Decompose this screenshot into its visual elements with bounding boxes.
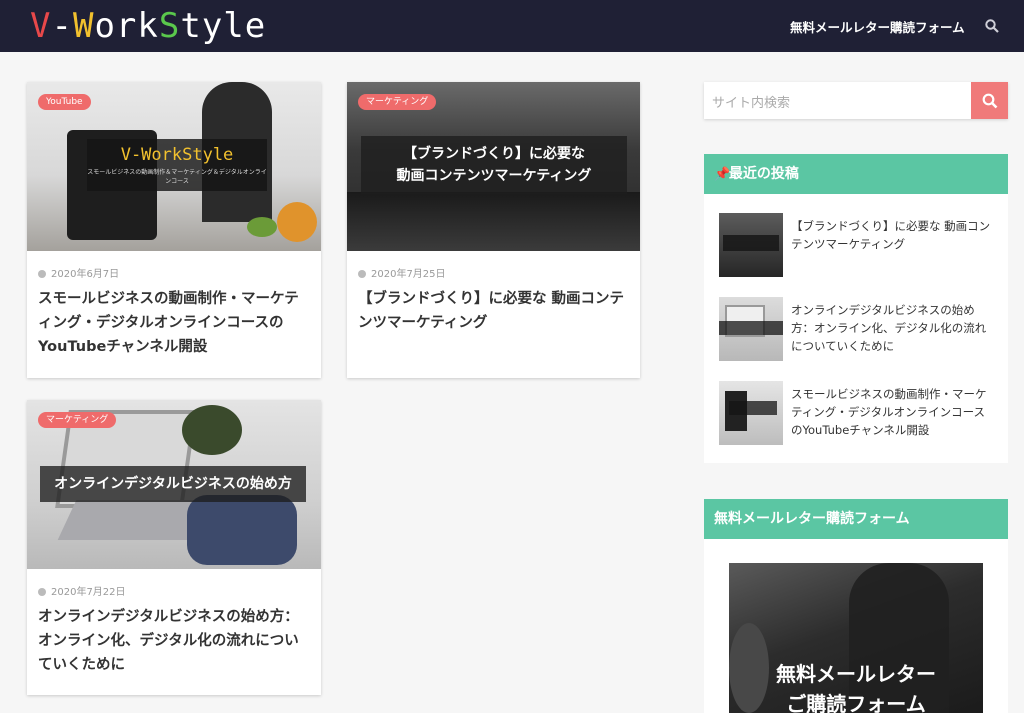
newsletter-image-text: 無料メールレター ご購読フォーム <box>729 659 983 713</box>
newsletter-text-line-1: 無料メールレター <box>776 662 936 686</box>
category-badge[interactable]: マーケティング <box>38 412 117 428</box>
sidebar-search: サイト内検索 <box>704 82 1008 119</box>
recent-post-item[interactable]: スモールビジネスの動画制作・マーケティング・デジタルオンラインコースのYouTu… <box>719 381 995 445</box>
recent-post-thumbnail[interactable] <box>719 381 783 445</box>
thumb-crowd <box>347 192 640 251</box>
logo-dash: - <box>51 6 73 46</box>
newsletter-text-line-2: ご購読フォーム <box>786 692 926 713</box>
post-date: 2020年7月22日 <box>38 583 126 598</box>
recent-post-title[interactable]: 【ブランドづくり】に必要な 動画コンテンツマーケティング <box>791 217 996 253</box>
newsletter-image[interactable]: 無料メールレター ご購読フォーム <box>729 563 983 713</box>
post-title[interactable]: オンラインデジタルビジネスの始め方：オンライン化、デジタル化の流れについていくた… <box>38 605 311 677</box>
clock-icon <box>358 270 366 278</box>
recent-posts-heading: 📌 最近の投稿 <box>704 154 1008 194</box>
logo-ork: ork <box>94 6 159 46</box>
recent-post-item[interactable]: オンラインデジタルビジネスの始め方：オンライン化、デジタル化の流れについていくた… <box>719 297 995 361</box>
post-date-text: 2020年6月7日 <box>51 269 120 280</box>
category-badge[interactable]: マーケティング <box>358 94 437 110</box>
post-title[interactable]: 【ブランドづくり】に必要な 動画コンテンツマーケティング <box>358 287 630 335</box>
post-thumbnail[interactable]: V-WorkStyle スモールビジネスの動画制作＆マーケティング＆デジタルオン… <box>27 82 321 251</box>
logo-tyle: tyle <box>180 6 267 46</box>
thumb-title-overlay: 【ブランドづくり】に必要な 動画コンテンツマーケティング <box>361 136 627 194</box>
post-thumbnail[interactable]: 【ブランドづくり】に必要な 動画コンテンツマーケティング マーケティング <box>347 82 640 251</box>
thumb-mini-overlay <box>729 401 777 415</box>
recent-posts-list: 【ブランドづくり】に必要な 動画コンテンツマーケティング オンラインデジタルビジ… <box>704 194 1008 463</box>
logo-v: V <box>30 6 52 46</box>
overlay-line-2: 動画コンテンツマーケティング <box>396 168 592 184</box>
thumb-hands <box>187 495 297 565</box>
thumb-logo-text: V-WorkStyle <box>120 145 234 165</box>
site-logo[interactable]: V-WorkStyle <box>30 6 266 46</box>
search-icon <box>982 93 998 109</box>
logo-w: W <box>72 6 95 46</box>
post-card[interactable]: オンラインデジタルビジネスの始め方 マーケティング 2020年7月22日 オンラ… <box>27 400 321 695</box>
thumb-title-overlay: オンラインデジタルビジネスの始め方 <box>40 466 306 502</box>
post-date-text: 2020年7月25日 <box>371 269 446 280</box>
thumb-fruit <box>277 202 317 242</box>
logo-s: S <box>158 6 181 46</box>
category-badge[interactable]: YouTube <box>38 94 91 110</box>
thumb-mini-overlay <box>723 235 779 251</box>
search-button[interactable] <box>971 82 1008 119</box>
thumb-mini-overlay <box>719 321 783 335</box>
recent-post-thumbnail[interactable] <box>719 213 783 277</box>
post-date-text: 2020年7月22日 <box>51 587 126 598</box>
post-thumbnail[interactable]: オンラインデジタルビジネスの始め方 マーケティング <box>27 400 321 569</box>
clock-icon <box>38 270 46 278</box>
post-date: 2020年6月7日 <box>38 265 119 280</box>
thumb-herbs <box>247 217 277 237</box>
thumb-logo-box: V-WorkStyle スモールビジネスの動画制作＆マーケティング＆デジタルオン… <box>87 139 267 191</box>
post-title[interactable]: スモールビジネスの動画制作・マーケティング・デジタルオンラインコースのYouTu… <box>38 287 311 359</box>
post-card[interactable]: V-WorkStyle スモールビジネスの動画制作＆マーケティング＆デジタルオン… <box>27 82 321 378</box>
site-header: V-WorkStyle 無料メールレター購読フォーム <box>0 0 1024 52</box>
overlay-line-1: 【ブランドづくり】に必要な <box>403 146 585 162</box>
clock-icon <box>38 588 46 596</box>
thumb-plant <box>182 405 242 455</box>
recent-post-thumbnail[interactable] <box>719 297 783 361</box>
nav-newsletter-link[interactable]: 無料メールレター購読フォーム <box>790 17 965 36</box>
post-date: 2020年7月25日 <box>358 265 446 280</box>
recent-post-item[interactable]: 【ブランドづくり】に必要な 動画コンテンツマーケティング <box>719 213 995 277</box>
search-input[interactable]: サイト内検索 <box>712 92 790 111</box>
recent-posts-title: 最近の投稿 <box>728 166 799 182</box>
pin-icon: 📌 <box>714 167 731 182</box>
search-icon[interactable] <box>985 19 999 33</box>
post-card[interactable]: 【ブランドづくり】に必要な 動画コンテンツマーケティング マーケティング 202… <box>347 82 640 378</box>
newsletter-heading: 無料メールレター購読フォーム <box>704 499 1008 539</box>
recent-post-title[interactable]: オンラインデジタルビジネスの始め方：オンライン化、デジタル化の流れについていくた… <box>791 301 996 355</box>
recent-post-title[interactable]: スモールビジネスの動画制作・マーケティング・デジタルオンラインコースのYouTu… <box>791 385 996 439</box>
thumb-logo-caption: スモールビジネスの動画制作＆マーケティング＆デジタルオンラインコース <box>87 169 267 185</box>
